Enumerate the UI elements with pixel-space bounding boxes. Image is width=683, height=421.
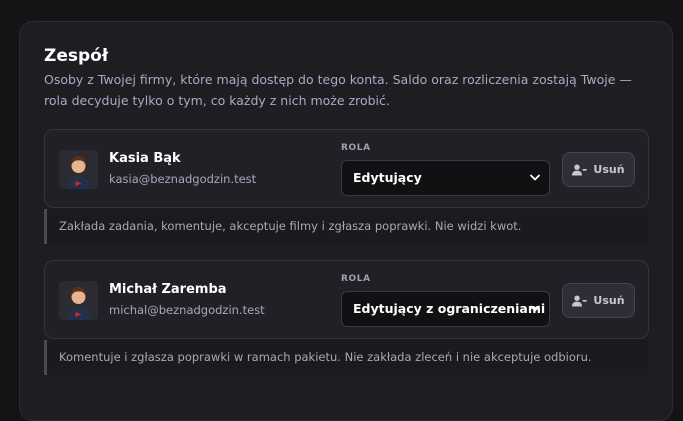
- role-select-value: Edytujący: [353, 170, 422, 185]
- chevron-down-icon: [530, 174, 540, 181]
- person-avatar-icon: [59, 281, 98, 320]
- role-label: ROLA: [341, 143, 371, 153]
- role-note: Zakłada zadania, komentuje, akceptuje fi…: [44, 209, 649, 244]
- chevron-down-icon: [530, 305, 540, 312]
- member-email: kasia@beznadgodzin.test: [109, 172, 257, 186]
- section-description: Osoby z Twojej firmy, które mają dostęp …: [44, 72, 632, 108]
- member-card: Kasia Bąk kasia@beznadgodzin.test ROLA E…: [44, 129, 649, 208]
- user-minus-icon: [572, 164, 588, 175]
- team-panel: Zespół Osoby z Twojej firmy, które mają …: [19, 21, 673, 421]
- role-select-value: Edytujący z ograniczeniami: [353, 301, 546, 316]
- role-select[interactable]: Edytujący z ograniczeniami: [341, 291, 550, 327]
- remove-member-button[interactable]: Usuń: [562, 283, 635, 318]
- section-title: Zespół: [44, 46, 109, 66]
- member-email: michal@beznadgodzin.test: [109, 303, 265, 317]
- role-label: ROLA: [341, 274, 371, 284]
- user-minus-icon: [572, 295, 588, 306]
- member-card: Michał Zaremba michal@beznadgodzin.test …: [44, 260, 649, 339]
- member-name: Michał Zaremba: [109, 282, 227, 297]
- remove-member-button[interactable]: Usuń: [562, 152, 635, 187]
- avatar: [59, 150, 98, 189]
- person-avatar-icon: [59, 150, 98, 189]
- remove-button-label: Usuń: [593, 294, 625, 307]
- remove-button-label: Usuń: [593, 163, 625, 176]
- avatar: [59, 281, 98, 320]
- role-select[interactable]: Edytujący: [341, 160, 550, 196]
- role-note: Komentuje i zgłasza poprawki w ramach pa…: [44, 340, 649, 375]
- member-name: Kasia Bąk: [109, 151, 181, 166]
